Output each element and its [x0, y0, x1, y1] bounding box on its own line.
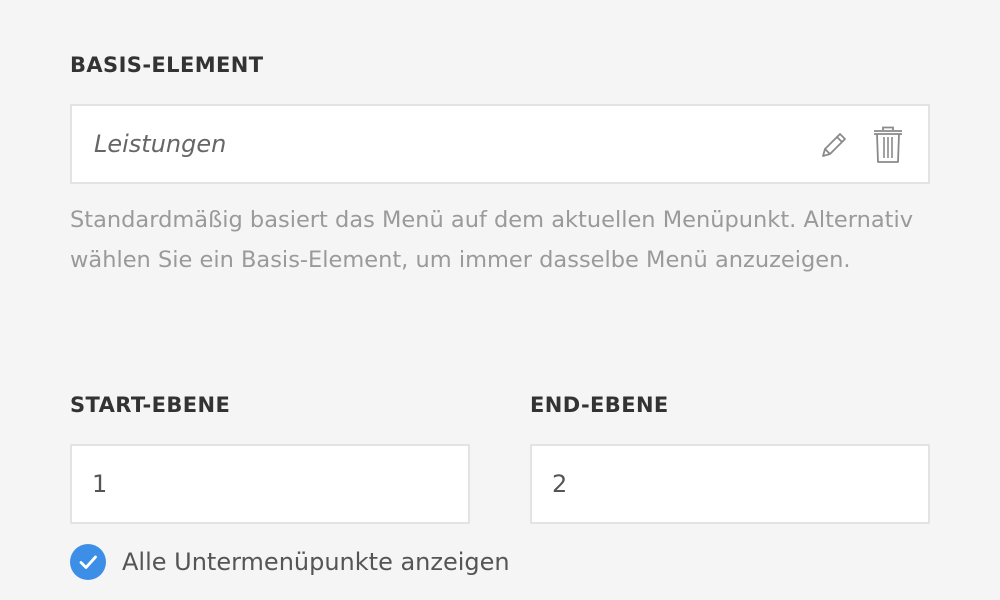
show-all-submenu-toggle[interactable]: Alle Untermenüpunkte anzeigen: [70, 544, 510, 580]
base-element-field[interactable]: Leistungen: [70, 104, 930, 184]
base-element-value: Leistungen: [94, 130, 227, 158]
menu-settings-panel: BASIS-ELEMENT Leistungen Standardmäßig b…: [0, 0, 1000, 600]
checkmark-icon: [79, 555, 97, 569]
end-level-label: END-EBENE: [530, 393, 669, 417]
show-all-submenu-label: Alle Untermenüpunkte anzeigen: [122, 548, 510, 576]
start-level-label: START-EBENE: [70, 393, 231, 417]
end-level-field[interactable]: [530, 444, 930, 524]
checkbox[interactable]: [70, 544, 106, 580]
start-level-input[interactable]: [72, 446, 468, 522]
base-element-label: BASIS-ELEMENT: [70, 53, 264, 77]
start-level-field[interactable]: [70, 444, 470, 524]
trash-icon[interactable]: [870, 126, 906, 164]
end-level-input[interactable]: [532, 446, 928, 522]
base-element-help-text: Standardmäßig basiert das Menü auf dem a…: [70, 207, 914, 273]
pencil-icon[interactable]: [816, 126, 852, 164]
